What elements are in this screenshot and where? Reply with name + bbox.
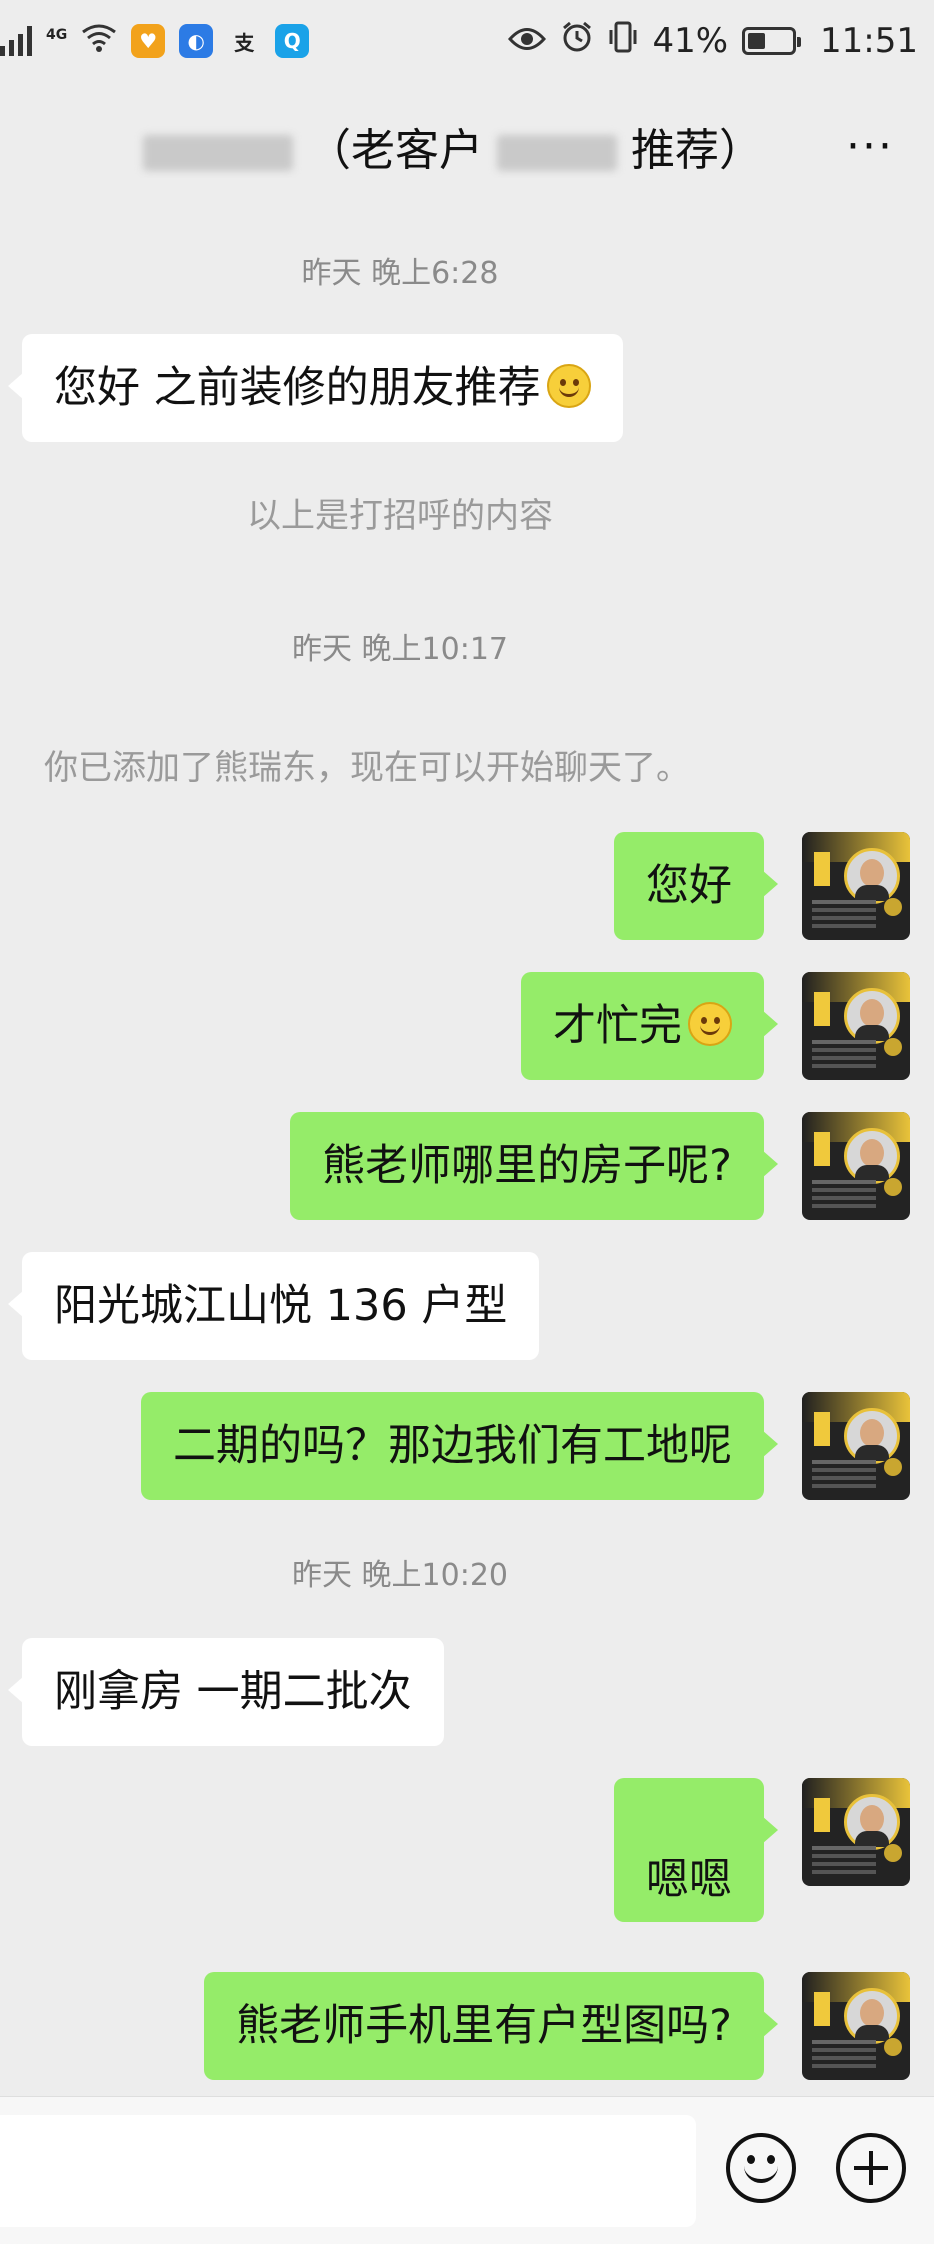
message-input-bar [0, 2096, 934, 2244]
message-text: 刚拿房 一期二批次 [54, 1667, 412, 1717]
incoming-message[interactable]: 您好 之前装修的朋友推荐 [8, 334, 623, 442]
signal-icon [0, 26, 32, 56]
incoming-message[interactable]: 阳光城江山悦 136 户型 [7, 1252, 540, 1360]
outgoing-message[interactable]: 才忙完 [521, 972, 778, 1080]
message-input[interactable] [0, 2115, 696, 2227]
app-notification-icon: ♥ [131, 24, 166, 58]
plus-circle-icon[interactable] [836, 2133, 906, 2203]
status-bar: 4G ♥ ◐ 支 Q 41% 11:51 [0, 0, 934, 82]
message-text: 阳光城江山悦 136 户型 [54, 1281, 508, 1331]
smile-emoji-icon [688, 1002, 732, 1046]
outgoing-message[interactable]: 熊老师手机里有户型图吗? [204, 1972, 778, 2080]
clock-time: 11:51 [820, 21, 918, 61]
message-text: 熊老师哪里的房子呢? [322, 1141, 732, 1191]
outgoing-message[interactable]: 熊老师哪里的房子呢? [290, 1112, 778, 1220]
redacted-name [497, 135, 618, 171]
message-text: 熊老师手机里有户型图吗? [236, 2001, 732, 2051]
smile-emoji-icon [546, 364, 591, 408]
redacted-name [143, 135, 294, 171]
app-notification-icon: ◐ [179, 24, 214, 58]
outgoing-message[interactable]: 您好 [614, 832, 778, 940]
smile-icon[interactable] [726, 2133, 796, 2203]
chat-title: （老客户 推荐） [0, 114, 846, 178]
search-app-icon: Q [275, 24, 310, 58]
incoming-message[interactable]: 刚拿房 一期二批次 [8, 1638, 444, 1746]
timestamp: 昨天 晚上6:28 [301, 256, 499, 291]
battery-percent: 41% [652, 21, 729, 61]
message-text: 二期的吗？那边我们有工地呢 [173, 1421, 732, 1471]
user-avatar[interactable] [802, 1778, 910, 1886]
message-text: 才忙完 [553, 1001, 682, 1051]
network-type: 4G [46, 27, 68, 43]
user-avatar[interactable] [802, 1112, 910, 1220]
message-text: 您好 [646, 861, 732, 911]
message-text: 您好 之前装修的朋友推荐 [54, 363, 541, 413]
alarm-icon [560, 20, 594, 63]
timestamp: 昨天 晚上10:20 [292, 1558, 508, 1593]
user-avatar[interactable] [802, 1392, 910, 1500]
timestamp: 昨天 晚上10:17 [292, 632, 508, 667]
chat-title-part-1: （老客户 [307, 125, 484, 176]
chat-header: （老客户 推荐） ··· [0, 82, 934, 210]
system-note: 以上是打招呼的内容 [247, 496, 553, 536]
eye-icon [508, 21, 547, 61]
system-note: 你已添加了熊瑞东，现在可以开始聊天了。 [44, 748, 690, 788]
status-right: 41% 11:51 [508, 20, 918, 63]
user-avatar[interactable] [802, 832, 910, 940]
user-avatar[interactable] [802, 1972, 910, 2080]
outgoing-message[interactable]: 二期的吗？那边我们有工地呢 [141, 1392, 778, 1500]
alipay-icon: 支 [227, 24, 262, 58]
more-options-button[interactable]: ··· [846, 121, 894, 172]
chat-title-part-2: 推荐） [631, 125, 764, 176]
outgoing-message[interactable]: 嗯嗯 [614, 1778, 778, 1922]
user-avatar[interactable] [802, 972, 910, 1080]
status-left: 4G ♥ ◐ 支 Q [0, 21, 310, 61]
vibrate-icon [608, 20, 638, 63]
battery-icon [742, 27, 802, 55]
wifi-icon [81, 21, 117, 61]
message-text: 嗯嗯 [646, 1855, 732, 1905]
